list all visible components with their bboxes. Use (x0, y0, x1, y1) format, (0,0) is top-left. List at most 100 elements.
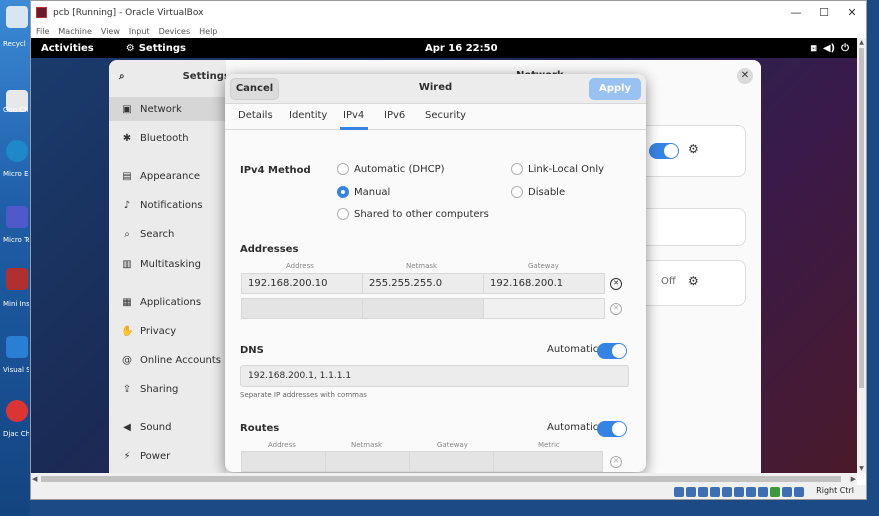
route-gateway-input[interactable] (409, 451, 494, 472)
usb-icon[interactable] (722, 487, 732, 497)
menu-help[interactable]: Help (199, 27, 217, 36)
guest-display[interactable]: Activities ⚙ Settings Apr 16 22:50 ⧈ ◀) … (31, 38, 857, 473)
delete-route-icon[interactable]: ✕ (610, 456, 622, 468)
keyboard-icon[interactable] (794, 487, 804, 497)
sidebar-item-sharing[interactable]: ⇪ Sharing (109, 377, 226, 401)
mouse-integration-icon[interactable] (782, 487, 792, 497)
radio-automatic-dhcp[interactable]: Automatic (DHCP) (337, 163, 445, 175)
chrome-icon[interactable] (6, 400, 28, 422)
apply-button[interactable]: Apply (589, 78, 641, 100)
sidebar-item-label: Sound (140, 421, 172, 433)
tab-security[interactable]: Security (425, 110, 466, 121)
installer-icon[interactable] (6, 268, 28, 290)
route-address-input[interactable] (241, 451, 326, 472)
display-icon[interactable] (746, 487, 756, 497)
sidebar-item-bluetooth[interactable]: ✱ Bluetooth (109, 126, 226, 150)
menu-file[interactable]: File (36, 27, 49, 36)
dns-input[interactable]: 192.168.200.1, 1.1.1.1 (240, 365, 629, 387)
address-input[interactable] (241, 298, 363, 319)
radio-link-local-only[interactable]: Link-Local Only (511, 163, 604, 175)
tab-ipv4[interactable]: IPv4 (343, 110, 364, 121)
route-netmask-input[interactable] (325, 451, 410, 472)
sidebar-item-appearance[interactable]: ▤ Appearance (109, 164, 226, 188)
sidebar-item-sound[interactable]: ◀ Sound (109, 415, 226, 439)
radio-manual[interactable]: Manual (337, 186, 390, 198)
horizontal-scrollbar[interactable]: ◀ ▶ (31, 473, 857, 485)
radio-shared[interactable]: Shared to other computers (337, 208, 489, 220)
sidebar-item-power[interactable]: ⚡ Power (109, 444, 226, 468)
desktop-icon-label: Mini Insta (3, 300, 29, 308)
scrollbar-thumb[interactable] (859, 48, 864, 388)
scroll-left-icon[interactable]: ◀ (32, 473, 37, 485)
radio-disable[interactable]: Disable (511, 186, 565, 198)
vertical-scrollbar[interactable]: ▲ ▼ (857, 38, 866, 473)
dns-hint: Separate IP addresses with commas (240, 391, 367, 399)
netmask-input[interactable] (362, 298, 484, 319)
sidebar-item-online-accounts[interactable]: @ Online Accounts (109, 348, 226, 372)
tab-ipv6[interactable]: IPv6 (384, 110, 405, 121)
desktop-icon-label: Goo Chro (3, 106, 29, 114)
device-status-icons[interactable] (674, 487, 804, 497)
tab-details[interactable]: Details (238, 110, 273, 121)
gnome-top-bar: Activities ⚙ Settings Apr 16 22:50 ⧈ ◀) … (31, 38, 857, 58)
clock[interactable]: Apr 16 22:50 (425, 43, 498, 54)
close-icon[interactable]: ✕ (737, 68, 753, 84)
system-tray[interactable]: ⧈ ◀) ⏻ (810, 43, 849, 54)
sidebar-item-network[interactable]: ▣ Network (109, 97, 226, 121)
maximize-button[interactable]: ☐ (810, 1, 838, 24)
ipv4-method-label: IPv4 Method (240, 165, 311, 176)
shared-folders-icon[interactable] (734, 487, 744, 497)
gateway-input[interactable]: 192.168.200.1 (483, 273, 605, 294)
scrollbar-thumb[interactable] (41, 476, 841, 482)
delete-address-icon[interactable]: ✕ (610, 303, 622, 315)
search-icon[interactable]: ⌕ (119, 71, 125, 82)
minimize-button[interactable]: — (782, 1, 810, 24)
route-metric-input[interactable] (493, 451, 603, 472)
radio-indicator (337, 208, 349, 220)
menu-devices[interactable]: Devices (159, 27, 191, 36)
desktop-icon-label: Micro Edg (3, 170, 29, 178)
virtualbox-window: pcb [Running] - Oracle VirtualBox — ☐ ✕ … (30, 0, 867, 500)
scroll-up-icon[interactable]: ▲ (857, 38, 866, 47)
host-key-label: Right Ctrl (816, 486, 854, 495)
sidebar-item-applications[interactable]: ▦ Applications (109, 290, 226, 314)
dns-automatic-toggle[interactable] (597, 343, 627, 359)
sharing-icon: ⇪ (122, 383, 132, 395)
gateway-input[interactable] (483, 298, 605, 319)
close-window-button[interactable]: ✕ (838, 1, 866, 24)
dialog-header: Cancel Wired Apply (225, 74, 646, 104)
routes-automatic-toggle[interactable] (597, 421, 627, 437)
delete-address-icon[interactable]: ✕ (610, 278, 622, 290)
activities-button[interactable]: Activities (41, 43, 94, 54)
radio-label: Automatic (DHCP) (354, 163, 445, 175)
scroll-down-icon[interactable]: ▼ (857, 464, 866, 473)
sidebar-item-search[interactable]: ⌕ Search (109, 222, 226, 246)
edge-icon[interactable] (6, 140, 28, 162)
menu-machine[interactable]: Machine (58, 27, 92, 36)
proxy-settings-gear-icon[interactable]: ⚙ (688, 274, 699, 288)
vscode-icon[interactable] (6, 336, 28, 358)
window-titlebar[interactable]: pcb [Running] - Oracle VirtualBox — ☐ ✕ (31, 1, 866, 24)
sidebar-item-privacy[interactable]: ✋ Privacy (109, 319, 226, 343)
app-menu-settings[interactable]: ⚙ Settings (126, 43, 186, 54)
cpu-icon[interactable] (770, 487, 780, 497)
wired-settings-gear-icon[interactable]: ⚙ (688, 142, 699, 156)
optical-drive-icon[interactable] (686, 487, 696, 497)
teams-icon[interactable] (6, 206, 28, 228)
tab-identity[interactable]: Identity (289, 110, 327, 121)
sidebar-item-multitasking[interactable]: ▥ Multitasking (109, 252, 226, 276)
sidebar-item-notifications[interactable]: ♪ Notifications (109, 193, 226, 217)
sidebar-item-label: Notifications (140, 199, 203, 211)
audio-icon[interactable] (698, 487, 708, 497)
scroll-right-icon[interactable]: ▶ (851, 473, 856, 485)
menu-view[interactable]: View (101, 27, 120, 36)
menu-input[interactable]: Input (129, 27, 150, 36)
desktop-icon-label: Djac Chro (3, 430, 29, 438)
recycle-bin-icon[interactable] (6, 6, 28, 28)
network-icon[interactable] (710, 487, 720, 497)
hard-disk-icon[interactable] (674, 487, 684, 497)
wired-toggle[interactable] (649, 143, 679, 159)
netmask-input[interactable]: 255.255.255.0 (362, 273, 484, 294)
address-input[interactable]: 192.168.200.10 (241, 273, 363, 294)
recording-icon[interactable] (758, 487, 768, 497)
